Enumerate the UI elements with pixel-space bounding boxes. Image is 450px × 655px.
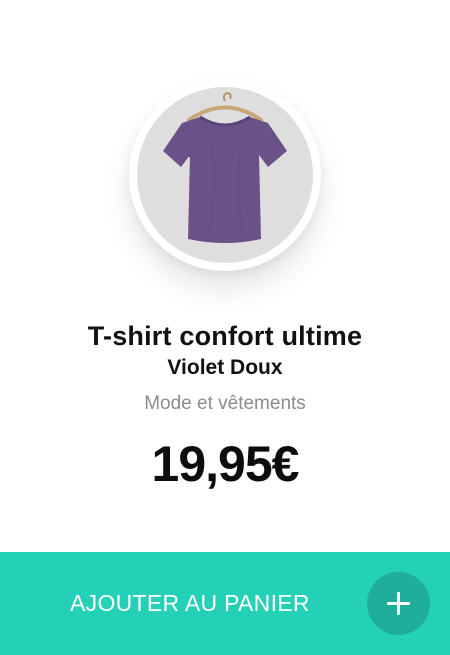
add-to-cart-bar[interactable]: AJOUTER AU PANIER	[0, 552, 450, 655]
product-category: Mode et vêtements	[144, 393, 306, 414]
product-card: T-shirt confort ultime Violet Doux Mode …	[0, 0, 450, 655]
product-title: T-shirt confort ultime	[87, 321, 363, 351]
add-to-cart-button[interactable]	[367, 572, 430, 635]
add-to-cart-label[interactable]: AJOUTER AU PANIER	[70, 590, 310, 617]
tshirt-icon	[163, 91, 287, 243]
product-image-frame	[129, 79, 321, 271]
product-price: 19,95€	[151, 436, 300, 492]
product-variant: Violet Doux	[167, 356, 283, 379]
product-image[interactable]	[137, 87, 313, 263]
